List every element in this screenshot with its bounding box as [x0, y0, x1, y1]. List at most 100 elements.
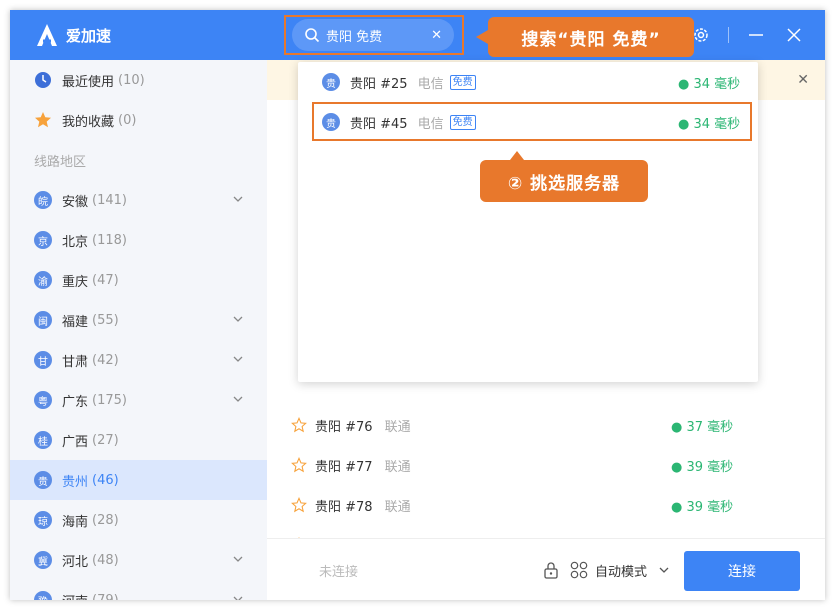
notice-close-icon[interactable]: ✕	[797, 72, 809, 88]
minimize-icon	[749, 34, 763, 36]
sidebar-item-region[interactable]: 皖安徽 (141)	[10, 180, 267, 220]
free-tag: 免费	[449, 74, 476, 90]
sidebar-item-count: (48)	[92, 552, 119, 568]
sidebar-item-count: (47)	[92, 272, 119, 288]
server-name: 贵阳 #78	[315, 499, 373, 515]
sidebar-item-recent[interactable]: 最近使用 (10)	[10, 60, 267, 100]
sidebar-item-label: 安徽	[62, 194, 89, 210]
chevron-down-icon[interactable]	[233, 354, 243, 364]
sidebar-item-count: (55)	[92, 312, 119, 328]
server-name: 贵阳 #25	[350, 76, 408, 92]
sidebar-item-region[interactable]: 京北京 (118)	[10, 220, 267, 260]
sidebar-item-region[interactable]: 闽福建 (55)	[10, 300, 267, 340]
region-badge: 冀	[34, 551, 52, 569]
sidebar-item-region[interactable]: 豫 河南 (79)	[10, 580, 267, 600]
star-outline-icon[interactable]	[291, 457, 307, 473]
server-isp: 电信	[417, 76, 444, 92]
sidebar-item-label: 河北	[62, 554, 89, 570]
sidebar-item-region[interactable]: 渝重庆 (47)	[10, 260, 267, 300]
chevron-down-icon[interactable]	[233, 194, 243, 204]
title-bar: 爱加速 贵阳 免费 ✕	[10, 10, 825, 60]
sidebar-item-label: 最近使用	[62, 74, 115, 90]
sidebar-item-region[interactable]: 桂广西 (27)	[10, 420, 267, 460]
sidebar-item-count: (28)	[92, 512, 119, 528]
select-callout: ② 挑选服务器	[480, 151, 648, 202]
sidebar-item-label: 广东	[62, 394, 89, 410]
titlebar-divider	[728, 27, 729, 43]
gear-icon	[694, 28, 708, 42]
region-badge: 甘	[34, 351, 52, 369]
close-button[interactable]	[783, 24, 805, 46]
server-name: 贵阳 #76	[315, 419, 373, 435]
chevron-down-icon[interactable]	[233, 314, 243, 324]
server-isp: 联通	[384, 459, 411, 475]
server-row[interactable]: 贵阳 #78 联通 ● 39 毫秒	[267, 485, 825, 525]
sidebar-item-region[interactable]: 粤广东 (175)	[10, 380, 267, 420]
chevron-down-icon[interactable]	[659, 565, 669, 575]
star-outline-icon[interactable]	[291, 417, 307, 433]
server-name: 贵阳 #77	[315, 459, 373, 475]
server-latency: ● 37 毫秒	[671, 419, 734, 435]
region-badge: 闽	[34, 311, 52, 329]
search-result-item[interactable]: 贵贵阳 #25 电信 免费 ● 34 毫秒	[298, 62, 758, 102]
app-name: 爱加速	[66, 26, 112, 45]
connect-button[interactable]: 连接	[684, 551, 800, 591]
sidebar-item-region[interactable]: 甘甘肃 (42)	[10, 340, 267, 380]
sidebar-item-count: (10)	[118, 72, 145, 88]
sidebar-item-count: (27)	[92, 432, 119, 448]
bottom-bar: 未连接 自动模式 连接	[267, 538, 825, 600]
search-callout: 搜索“贵阳 免费”	[476, 17, 694, 57]
sidebar-item-count: (42)	[92, 352, 119, 368]
sidebar-item-label: 广西	[62, 434, 89, 450]
server-row[interactable]: 贵阳 #77 联通 ● 39 毫秒	[267, 445, 825, 485]
sidebar-item-label: 重庆	[62, 274, 89, 290]
sidebar-item-count: (118)	[92, 232, 127, 248]
chevron-down-icon[interactable]	[233, 594, 243, 600]
server-row[interactable]: 贵阳 #76 联通 ● 37 毫秒	[267, 405, 825, 445]
app-logo: 爱加速	[34, 22, 111, 48]
mode-grid-icon	[570, 561, 588, 579]
sidebar-item-count: (0)	[118, 112, 137, 128]
star-outline-icon[interactable]	[291, 497, 307, 513]
app-window: 爱加速 贵阳 免费 ✕ 最近使用 (10) 我的收藏 (0) 线路地区 皖 安徽…	[10, 10, 825, 600]
sidebar-item-region[interactable]: 琼海南 (28)	[10, 500, 267, 540]
server-latency: ● 39 毫秒	[671, 459, 734, 475]
lock-icon[interactable]	[543, 561, 559, 579]
sidebar-item-region[interactable]: 冀河北 (48)	[10, 540, 267, 580]
region-badge: 桂	[34, 431, 52, 449]
connection-status: 未连接	[319, 565, 359, 580]
sidebar-item-label: 贵州	[62, 474, 89, 490]
region-section-label: 线路地区	[34, 154, 87, 170]
sidebar-item-count: (46)	[92, 472, 119, 488]
sidebar-item-region[interactable]: 贵贵州 (46)	[10, 460, 267, 500]
clock-icon	[35, 72, 51, 88]
close-icon	[787, 28, 801, 42]
sidebar-item-label: 海南	[62, 514, 89, 530]
server-isp: 联通	[384, 419, 411, 435]
server-latency: ● 39 毫秒	[671, 499, 734, 515]
region-badge: 渝	[34, 271, 52, 289]
search-highlight-box	[284, 15, 464, 55]
sidebar-item-count: (175)	[92, 392, 127, 408]
sidebar-item-label: 河南	[62, 591, 88, 601]
sidebar-item-favorites[interactable]: 我的收藏 (0)	[10, 100, 267, 140]
sidebar-item-label: 福建	[62, 314, 89, 330]
sidebar-item-label: 北京	[62, 234, 89, 250]
region-badge: 豫	[34, 591, 52, 600]
sidebar: 最近使用 (10) 我的收藏 (0) 线路地区 皖安徽 (141) 京北京 (118)…	[10, 60, 267, 600]
sidebar-item-count: (141)	[92, 192, 127, 208]
sidebar-item-count: (79)	[92, 592, 119, 601]
chevron-down-icon[interactable]	[233, 554, 243, 564]
mode-select[interactable]: 自动模式	[595, 561, 647, 580]
region-badge: 粤	[34, 391, 52, 409]
selected-result-highlight	[312, 102, 752, 141]
region-badge: 京	[34, 231, 52, 249]
sidebar-item-label: 我的收藏	[62, 114, 115, 130]
sidebar-item-label: 甘肃	[62, 354, 89, 370]
region-badge: 贵	[322, 73, 340, 91]
star-filled-icon	[35, 112, 51, 128]
region-badge: 琼	[34, 511, 52, 529]
minimize-button[interactable]	[745, 24, 767, 46]
chevron-down-icon[interactable]	[233, 394, 243, 404]
server-isp: 联通	[384, 499, 411, 515]
